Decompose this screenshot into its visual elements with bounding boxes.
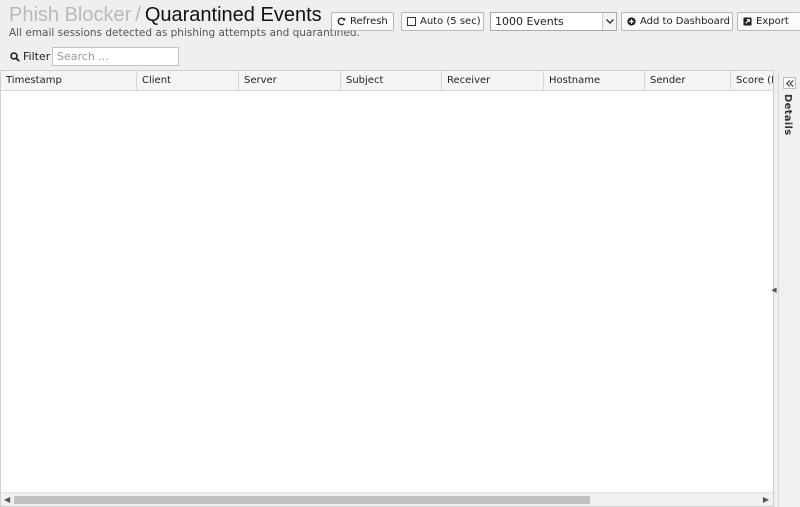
checkbox-icon[interactable] (407, 17, 416, 26)
events-count-select[interactable]: 1000 Events (490, 12, 617, 31)
horizontal-scrollbar[interactable]: ◀ ▶ (1, 492, 773, 506)
refresh-button[interactable]: Refresh (331, 12, 394, 31)
search-input[interactable] (52, 47, 179, 66)
collapse-handle-icon[interactable]: ◀ (771, 286, 777, 294)
breadcrumb-separator: / (135, 4, 141, 26)
page-title: Phish Blocker / Quarantined Events (9, 4, 322, 27)
search-icon (10, 51, 20, 62)
chevron-down-icon[interactable] (602, 13, 616, 30)
column-header-score[interactable]: Score (F (731, 71, 773, 91)
filter-bar: Filter (0, 44, 800, 70)
details-panel: Details (778, 70, 800, 507)
column-header-sender[interactable]: Sender (645, 71, 731, 91)
filter-label: Filter (10, 50, 50, 63)
scrollbar-thumb[interactable] (14, 496, 590, 504)
column-header-subject[interactable]: Subject (341, 71, 442, 91)
events-grid: Timestamp Client Server Subject Receiver… (0, 70, 773, 507)
refresh-icon (337, 17, 346, 26)
scroll-right-icon[interactable]: ▶ (763, 495, 769, 504)
add-to-dashboard-button[interactable]: Add to Dashboard (621, 12, 733, 31)
plus-circle-icon (627, 17, 636, 26)
column-header-receiver[interactable]: Receiver (442, 71, 544, 91)
column-header-server[interactable]: Server (239, 71, 341, 91)
auto-refresh-label: Auto (5 sec) (420, 16, 481, 27)
details-label[interactable]: Details (782, 94, 793, 136)
export-icon (743, 17, 752, 26)
grid-header: Timestamp Client Server Subject Receiver… (1, 71, 773, 91)
column-header-hostname[interactable]: Hostname (544, 71, 645, 91)
export-label: Export (756, 16, 789, 27)
page-subtitle: All email sessions detected as phishing … (9, 27, 360, 39)
breadcrumb-current: Quarantined Events (144, 4, 322, 26)
breadcrumb-app[interactable]: Phish Blocker (9, 4, 131, 26)
export-button[interactable]: Export (737, 12, 800, 31)
add-to-dashboard-label: Add to Dashboard (640, 16, 731, 27)
expand-details-button[interactable] (783, 77, 796, 89)
page-header: Phish Blocker / Quarantined Events All ema… (0, 0, 800, 44)
refresh-label: Refresh (350, 16, 388, 27)
auto-refresh-toggle[interactable]: Auto (5 sec) (401, 12, 484, 31)
column-header-timestamp[interactable]: Timestamp (1, 71, 137, 91)
double-chevron-left-icon (785, 77, 794, 90)
events-count-value: 1000 Events (495, 15, 564, 28)
scroll-left-icon[interactable]: ◀ (4, 495, 10, 504)
filter-label-text: Filter (23, 50, 51, 63)
column-header-client[interactable]: Client (137, 71, 239, 91)
